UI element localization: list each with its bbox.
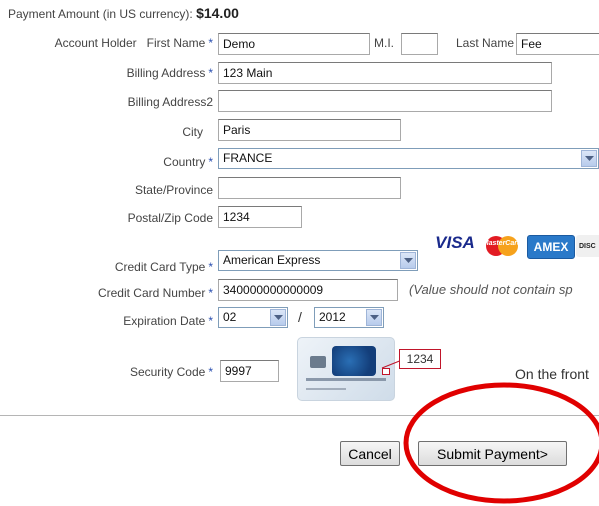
city-input[interactable]: Paris bbox=[218, 119, 401, 141]
expiration-year-value: 2012 bbox=[319, 310, 346, 324]
amex-logo: AMEX bbox=[527, 235, 575, 259]
expiration-month-select[interactable]: 02 bbox=[218, 307, 288, 328]
card-type-text: Credit Card Type bbox=[114, 260, 206, 274]
card-number-text: Credit Card Number bbox=[97, 286, 206, 300]
first-name-label: First Name bbox=[146, 36, 206, 50]
mi-input[interactable] bbox=[401, 33, 438, 55]
state-input[interactable] bbox=[218, 177, 401, 199]
expiration-text: Expiration Date bbox=[123, 314, 206, 328]
required-mark: * bbox=[208, 36, 213, 50]
billing-address2-label: Billing Address2 bbox=[127, 95, 213, 109]
billing-address-input[interactable]: 123 Main bbox=[218, 62, 552, 84]
mi-label: M.I. bbox=[374, 36, 394, 50]
payment-amount-row: Payment Amount (in US currency): $14.00 bbox=[8, 5, 239, 21]
security-code-text: Security Code bbox=[129, 365, 206, 379]
card-chip-graphic bbox=[310, 356, 326, 368]
expiration-month-value: 02 bbox=[223, 310, 237, 324]
required-mark: * bbox=[208, 260, 213, 274]
card-type-label: Credit Card Type * bbox=[115, 260, 213, 274]
last-name-input[interactable]: Fee bbox=[516, 33, 599, 55]
discover-logo: DISC bbox=[576, 235, 599, 257]
required-mark: * bbox=[208, 155, 213, 169]
security-code-label: Security Code * bbox=[130, 365, 213, 379]
expiration-label: Expiration Date * bbox=[123, 314, 213, 328]
cancel-button[interactable]: Cancel bbox=[340, 441, 400, 466]
mastercard-logo: MasterCard bbox=[481, 235, 523, 257]
card-hologram-graphic bbox=[332, 346, 376, 376]
annotation-circle bbox=[403, 382, 599, 504]
first-name-input[interactable]: Demo bbox=[218, 33, 370, 55]
card-type-select[interactable]: American Express bbox=[218, 250, 418, 271]
required-mark: * bbox=[208, 314, 213, 328]
payment-amount-value: $14.00 bbox=[196, 5, 239, 21]
required-mark: * bbox=[208, 66, 213, 80]
account-holder-label: Account Holder First Name * bbox=[55, 36, 213, 50]
country-select[interactable]: FRANCE bbox=[218, 148, 599, 169]
account-holder-text: Account Holder bbox=[54, 36, 137, 50]
card-number-stripe bbox=[306, 378, 386, 381]
required-mark: * bbox=[208, 365, 213, 379]
expiration-separator: / bbox=[298, 309, 302, 325]
card-number-label: Credit Card Number * bbox=[98, 286, 213, 300]
chevron-down-icon[interactable] bbox=[366, 309, 382, 326]
chevron-down-icon[interactable] bbox=[400, 252, 416, 269]
visa-logo: VISA bbox=[435, 233, 475, 252]
last-name-text: Last Name bbox=[456, 36, 515, 50]
billing-address-text: Billing Address bbox=[126, 66, 206, 80]
country-text: Country bbox=[163, 155, 206, 169]
postal-input[interactable]: 1234 bbox=[218, 206, 302, 228]
postal-label: Postal/Zip Code bbox=[127, 211, 213, 225]
chevron-down-icon[interactable] bbox=[581, 150, 597, 167]
expiration-year-select[interactable]: 2012 bbox=[314, 307, 384, 328]
cvv-example-box: 1234 bbox=[399, 349, 441, 369]
required-mark: * bbox=[208, 286, 213, 300]
country-label: Country * bbox=[163, 155, 213, 169]
card-number-input[interactable]: 340000000000009 bbox=[218, 279, 398, 301]
mastercard-text: MasterCard bbox=[482, 240, 522, 247]
country-selected-value: FRANCE bbox=[223, 151, 273, 165]
card-type-selected-value: American Express bbox=[223, 253, 321, 267]
security-code-input[interactable]: 9997 bbox=[220, 360, 279, 382]
chevron-down-icon[interactable] bbox=[270, 309, 286, 326]
card-number-hint: (Value should not contain sp bbox=[409, 282, 573, 297]
city-label: City bbox=[182, 125, 203, 139]
billing-address2-input[interactable] bbox=[218, 90, 552, 112]
billing-address-label: Billing Address * bbox=[127, 66, 213, 80]
state-label: State/Province bbox=[134, 183, 213, 197]
card-name-stripe bbox=[306, 388, 346, 390]
last-name-label: Last Name* bbox=[456, 36, 522, 50]
payment-amount-label: Payment Amount (in US currency): bbox=[8, 7, 193, 21]
